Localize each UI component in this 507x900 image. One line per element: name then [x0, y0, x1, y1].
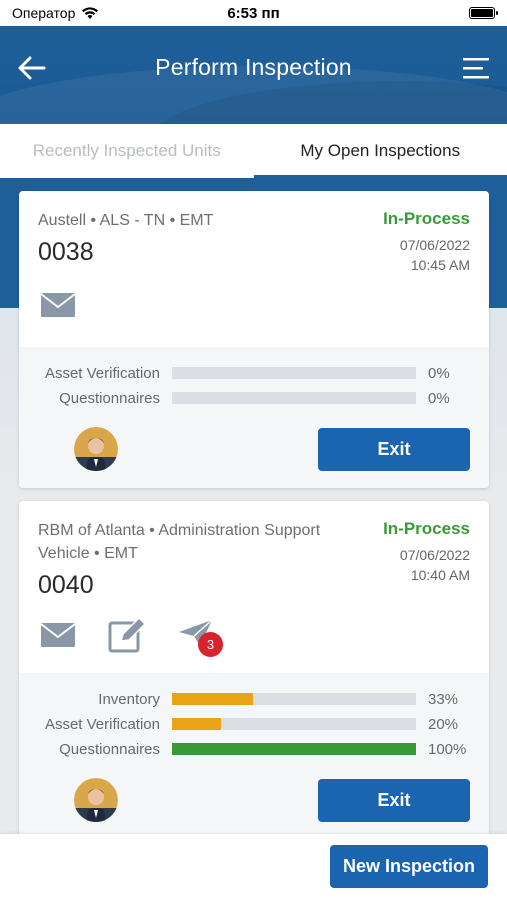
menu-icon[interactable] — [463, 56, 489, 80]
progress-track — [172, 392, 416, 404]
page-title: Perform Inspection — [155, 54, 352, 80]
progress-row: Questionnaires 100% — [19, 739, 489, 759]
progress-track — [172, 718, 416, 730]
progress-row: Asset Verification 0% — [19, 363, 489, 383]
progress-track — [172, 693, 416, 705]
progress-percent: 100% — [428, 740, 467, 758]
progress-fill — [172, 718, 221, 730]
progress-fill — [172, 743, 416, 755]
edit-icon[interactable] — [108, 617, 146, 653]
tab-my-open-inspections[interactable]: My Open Inspections — [253, 124, 507, 178]
avatar[interactable] — [74, 427, 118, 471]
wifi-icon — [82, 7, 99, 19]
inspection-card[interactable]: RBM of Atlanta • Administration Support … — [19, 501, 489, 841]
progress-percent: 0% — [428, 364, 450, 382]
carrier-name: Оператор — [12, 5, 76, 21]
progress-label: Questionnaires — [59, 389, 160, 407]
tab-recently-inspected[interactable]: Recently Inspected Units — [0, 124, 254, 178]
action-icons: 3 — [40, 617, 223, 657]
unit-description: Austell • ALS - TN • EMT — [38, 212, 214, 229]
notification-badge: 3 — [198, 632, 223, 657]
progress-percent: 33% — [428, 690, 459, 708]
status-label: In-Process — [383, 209, 470, 228]
action-icons — [40, 291, 76, 319]
inspection-time: 10:40 AM — [410, 567, 470, 583]
progress-track — [172, 743, 416, 755]
status-left: Оператор — [12, 5, 99, 21]
progress-label: Asset Verification — [44, 364, 160, 382]
exit-button[interactable]: Exit — [318, 779, 470, 822]
progress-label: Inventory — [98, 690, 160, 708]
status-label: In-Process — [383, 519, 470, 538]
inspection-card[interactable]: Austell • ALS - TN • EMT 0038 In-Process… — [19, 191, 489, 488]
progress-percent: 0% — [428, 389, 450, 407]
progress-track — [172, 367, 416, 379]
inspection-date: 07/06/2022 — [399, 237, 470, 253]
app-header: Perform Inspection — [0, 26, 507, 124]
new-inspection-button[interactable]: New Inspection — [330, 845, 488, 888]
inspection-date: 07/06/2022 — [399, 547, 470, 563]
progress-row: Questionnaires 0% — [19, 388, 489, 408]
progress-row: Inventory 33% — [19, 689, 489, 709]
unit-description: RBM of Atlanta • Administration Support … — [38, 522, 321, 562]
tab-bar: Recently Inspected Units My Open Inspect… — [0, 124, 507, 178]
exit-button[interactable]: Exit — [318, 428, 470, 471]
send-icon-wrapper[interactable]: 3 — [178, 618, 223, 657]
status-bar: Оператор 6:53 пп — [0, 0, 507, 26]
battery-icon — [469, 7, 498, 19]
inspection-datetime: 07/06/2022 10:40 AM — [400, 545, 470, 585]
progress-label: Asset Verification — [44, 715, 160, 733]
inspection-time: 10:45 AM — [410, 257, 470, 273]
progress-row: Asset Verification 20% — [19, 714, 489, 734]
progress-percent: 20% — [428, 715, 459, 733]
mail-icon[interactable] — [40, 621, 76, 649]
avatar[interactable] — [74, 778, 118, 822]
progress-fill — [172, 693, 253, 705]
progress-label: Questionnaires — [59, 740, 160, 758]
mail-icon[interactable] — [40, 291, 76, 319]
inspection-datetime: 07/06/2022 10:45 AM — [400, 235, 470, 275]
bottom-bar: New Inspection — [0, 834, 507, 900]
